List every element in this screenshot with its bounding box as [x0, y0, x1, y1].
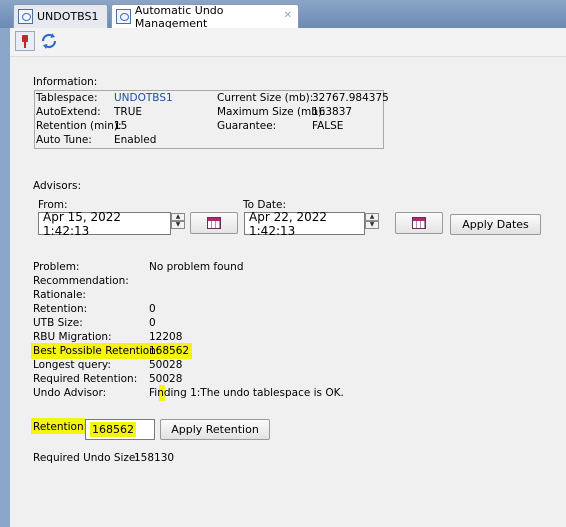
autoextend-value: TRUE: [114, 106, 143, 118]
to-date-spinner[interactable]: ▲ ▼: [365, 213, 379, 229]
guarantee-value: FALSE: [312, 120, 344, 132]
max-size-label: Maximum Size (mb):: [217, 106, 326, 118]
current-size-label: Current Size (mb):: [217, 92, 314, 104]
required-retention-label: Required Retention:: [33, 373, 138, 385]
longest-query-label: Longest query:: [33, 359, 111, 371]
main-panel: Information: Tablespace: UNDOTBS1 AutoEx…: [10, 57, 566, 527]
rationale-label: Rationale:: [33, 289, 86, 301]
tablespace-icon: [18, 9, 33, 24]
spin-up-icon[interactable]: ▲: [365, 213, 379, 221]
undo-advisor-label: Undo Advisor:: [33, 387, 107, 399]
from-date-input[interactable]: Apr 15, 2022 1:42:13: [38, 210, 171, 238]
problem-label: Problem:: [33, 261, 80, 273]
required-undo-label: Required Undo Size:: [33, 452, 139, 464]
retention-form-label: Retention:: [33, 421, 88, 433]
information-box: Tablespace: UNDOTBS1 AutoExtend: TRUE Re…: [34, 90, 389, 149]
from-calendar-button[interactable]: [190, 212, 238, 234]
problem-value: No problem found: [149, 261, 244, 273]
rbu-migration-label: RBU Migration:: [33, 331, 112, 343]
tab-automatic-undo-management[interactable]: Automatic Undo Management ✕: [111, 3, 299, 30]
pin-icon[interactable]: [15, 31, 35, 51]
advisors-heading: Advisors:: [33, 180, 82, 192]
rbu-migration-value: 12208: [149, 331, 183, 343]
window-frame: [0, 28, 10, 527]
autotune-value: Enabled: [114, 134, 157, 146]
apply-dates-button[interactable]: Apply Dates: [450, 214, 541, 235]
best-retention-label: Best Possible Retention:: [33, 345, 160, 357]
required-retention-value: 50028: [149, 373, 183, 385]
tab-label: UNDOTBS1: [37, 10, 99, 23]
tablespace-label: Tablespace:: [36, 92, 98, 104]
retention-value: 0: [149, 303, 156, 315]
undo-management-icon: [116, 9, 131, 24]
max-size-value: 163837: [312, 106, 353, 118]
information-heading: Information:: [33, 76, 98, 88]
tab-undotbs1[interactable]: UNDOTBS1: [13, 4, 108, 28]
calendar-icon: [207, 217, 221, 229]
required-undo-value: 158130: [134, 452, 175, 464]
spin-up-icon[interactable]: ▲: [171, 213, 185, 221]
recommendation-label: Recommendation:: [33, 275, 129, 287]
best-retention-value: 168562: [149, 345, 190, 357]
toolbar: [10, 28, 566, 57]
from-date-spinner[interactable]: ▲ ▼: [171, 213, 185, 229]
retention-input-value: 168562: [90, 422, 136, 437]
autotune-label: Auto Tune:: [36, 134, 92, 146]
utb-size-label: UTB Size:: [33, 317, 83, 329]
calendar-icon: [412, 217, 426, 229]
longest-query-value: 50028: [149, 359, 183, 371]
retention-min-label: Retention (min):: [36, 120, 122, 132]
spin-down-icon[interactable]: ▼: [171, 221, 185, 229]
guarantee-label: Guarantee:: [217, 120, 277, 132]
to-date-input[interactable]: Apr 22, 2022 1:42:13: [244, 210, 365, 238]
close-tab-icon[interactable]: ✕: [284, 10, 292, 21]
retention-min-value: 15: [114, 120, 128, 132]
apply-retention-button[interactable]: Apply Retention: [160, 419, 270, 440]
current-size-value: 32767.984375: [312, 92, 389, 104]
retention-label: Retention:: [33, 303, 88, 315]
autoextend-label: AutoExtend:: [36, 106, 101, 118]
spin-down-icon[interactable]: ▼: [365, 221, 379, 229]
retention-input[interactable]: 168562: [85, 419, 155, 440]
tablespace-link[interactable]: UNDOTBS1: [114, 92, 173, 104]
tab-label: Automatic Undo Management: [134, 3, 224, 30]
to-calendar-button[interactable]: [395, 212, 443, 234]
refresh-icon[interactable]: [39, 31, 59, 51]
tab-bar: UNDOTBS1 Automatic Undo Management ✕: [0, 0, 566, 30]
undo-advisor-value: Finding 1:The undo tablespace is OK.: [149, 387, 344, 399]
utb-size-value: 0: [149, 317, 156, 329]
